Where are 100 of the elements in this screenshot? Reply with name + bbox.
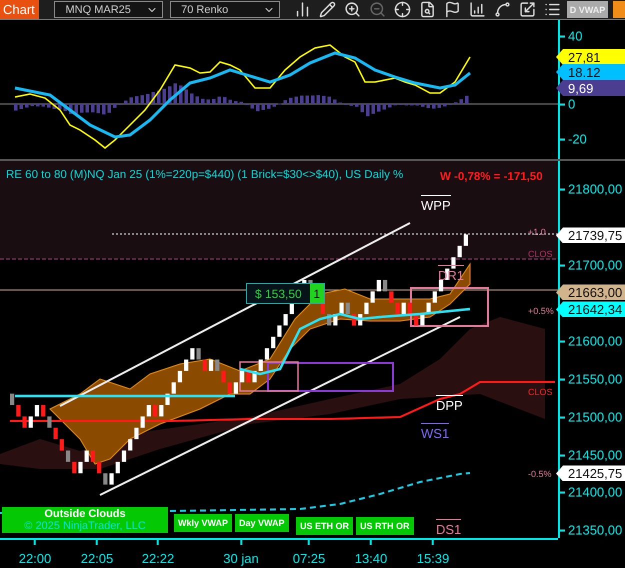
axis-label: 21700,00	[560, 258, 622, 273]
indicator-button[interactable]: US ETH OR	[296, 517, 354, 536]
renko-brick	[320, 303, 326, 315]
zoom-out-icon[interactable]	[368, 1, 386, 18]
renko-brick	[10, 394, 14, 406]
renko-brick	[376, 280, 381, 292]
renko-brick	[172, 382, 176, 394]
renko-brick	[432, 292, 437, 304]
renko-brick	[128, 440, 132, 451]
renko-brick	[333, 314, 338, 326]
renko-brick	[134, 428, 139, 440]
time-label: 15:39	[416, 540, 450, 566]
axis-label: 40	[560, 28, 582, 44]
renko-brick	[246, 371, 250, 383]
column-chart-icon[interactable]	[468, 1, 486, 18]
renko-brick	[103, 474, 108, 486]
price-flag: 21739,75	[556, 227, 625, 244]
renko-brick	[66, 451, 70, 462]
renko-brick	[339, 303, 344, 315]
renko-brick	[60, 440, 64, 451]
renko-brick	[221, 371, 226, 383]
vwap-button[interactable]: D VWAP	[566, 1, 608, 18]
axis-label: 21600,00	[560, 334, 622, 349]
button-label: Outside Clouds	[44, 508, 126, 520]
renko-brick	[202, 360, 207, 372]
renko-brick	[140, 416, 145, 428]
axis-label: 21800,00	[560, 182, 622, 197]
renko-brick	[84, 451, 89, 462]
profit-text: $ 153,50	[247, 284, 310, 304]
indicator-button[interactable]: US RTH OR	[356, 517, 414, 536]
renko-brick	[146, 406, 151, 417]
renko-brick	[72, 462, 76, 474]
renko-brick	[240, 371, 244, 383]
renko-brick	[41, 406, 46, 417]
zoom-in-icon[interactable]	[344, 1, 361, 18]
axis-label: 21500,00	[560, 410, 622, 425]
indicator-button[interactable]: Wkly VWAP	[174, 514, 232, 532]
line-label: CLOS	[528, 249, 553, 260]
bar-type-dropdown[interactable]: 70 Renko	[170, 1, 280, 18]
renko-brick	[284, 314, 288, 326]
renko-brick	[395, 303, 400, 315]
price-flag: 21642,34	[556, 301, 625, 318]
renko-brick	[47, 416, 52, 428]
line-label: CLOS	[528, 387, 553, 398]
list-icon[interactable]	[544, 1, 561, 18]
renko-brick	[382, 280, 388, 292]
renko-brick	[234, 382, 238, 394]
spline-icon[interactable]	[494, 1, 511, 18]
renko-brick	[109, 474, 114, 486]
renko-brick	[78, 462, 83, 474]
chart-button[interactable]: Chart	[0, 0, 40, 19]
renko-brick	[22, 416, 27, 428]
renko-brick	[190, 348, 194, 360]
indicator-button[interactable]: Outside Clouds © 2025 NinjaTrader, LLC	[2, 507, 168, 534]
renko-brick	[426, 303, 431, 315]
renko-brick	[264, 348, 270, 360]
weekly-result-text: W -0,78% = -171,50	[440, 171, 543, 184]
renko-brick	[165, 394, 170, 406]
time-label: 13:40	[354, 540, 388, 566]
indicator-button[interactable]: Day VWAP	[235, 514, 289, 532]
renko-brick	[358, 314, 362, 326]
renko-brick	[28, 416, 33, 428]
renko-brick	[370, 292, 375, 304]
flag-icon[interactable]	[444, 1, 461, 18]
time-label: 22:00	[18, 540, 52, 566]
renko-brick	[327, 314, 332, 326]
axis-label: 21350,00	[560, 522, 622, 538]
renko-brick	[438, 280, 444, 292]
renko-brick	[178, 371, 182, 383]
resize-icon[interactable]	[518, 1, 536, 18]
renko-brick	[97, 462, 102, 474]
renko-brick	[420, 314, 424, 326]
renko-brick	[290, 303, 294, 315]
axis-label: 21400,00	[560, 484, 622, 500]
value-flag: 27,81	[556, 49, 625, 65]
renko-brick	[228, 382, 232, 394]
crosshair-icon[interactable]	[394, 1, 411, 18]
time-label: 22:05	[80, 540, 114, 566]
renko-brick	[271, 337, 276, 349]
line-label: -0.5%	[528, 469, 552, 480]
level-label: WPP	[421, 195, 451, 214]
renko-brick	[54, 428, 58, 440]
renko-brick	[464, 234, 468, 246]
quantity-text: 1	[310, 284, 324, 304]
renko-brick	[215, 360, 220, 372]
renko-brick	[152, 406, 158, 417]
level-label: DPP	[436, 395, 463, 414]
axis-label: 0	[560, 96, 576, 112]
pencil-icon[interactable]	[318, 1, 336, 18]
renko-brick	[364, 303, 369, 315]
axis-label: -20	[560, 132, 587, 146]
price-flag: 21663,00	[556, 284, 625, 300]
document-search-icon[interactable]	[418, 1, 436, 18]
renko-brick	[252, 371, 257, 383]
renko-brick	[90, 451, 96, 462]
renko-brick	[408, 303, 412, 315]
renko-brick	[258, 360, 263, 372]
level-label: WS1	[421, 423, 450, 442]
line-label: +0.5%	[528, 306, 554, 316]
instrument-dropdown[interactable]: MNQ MAR25	[54, 1, 164, 18]
